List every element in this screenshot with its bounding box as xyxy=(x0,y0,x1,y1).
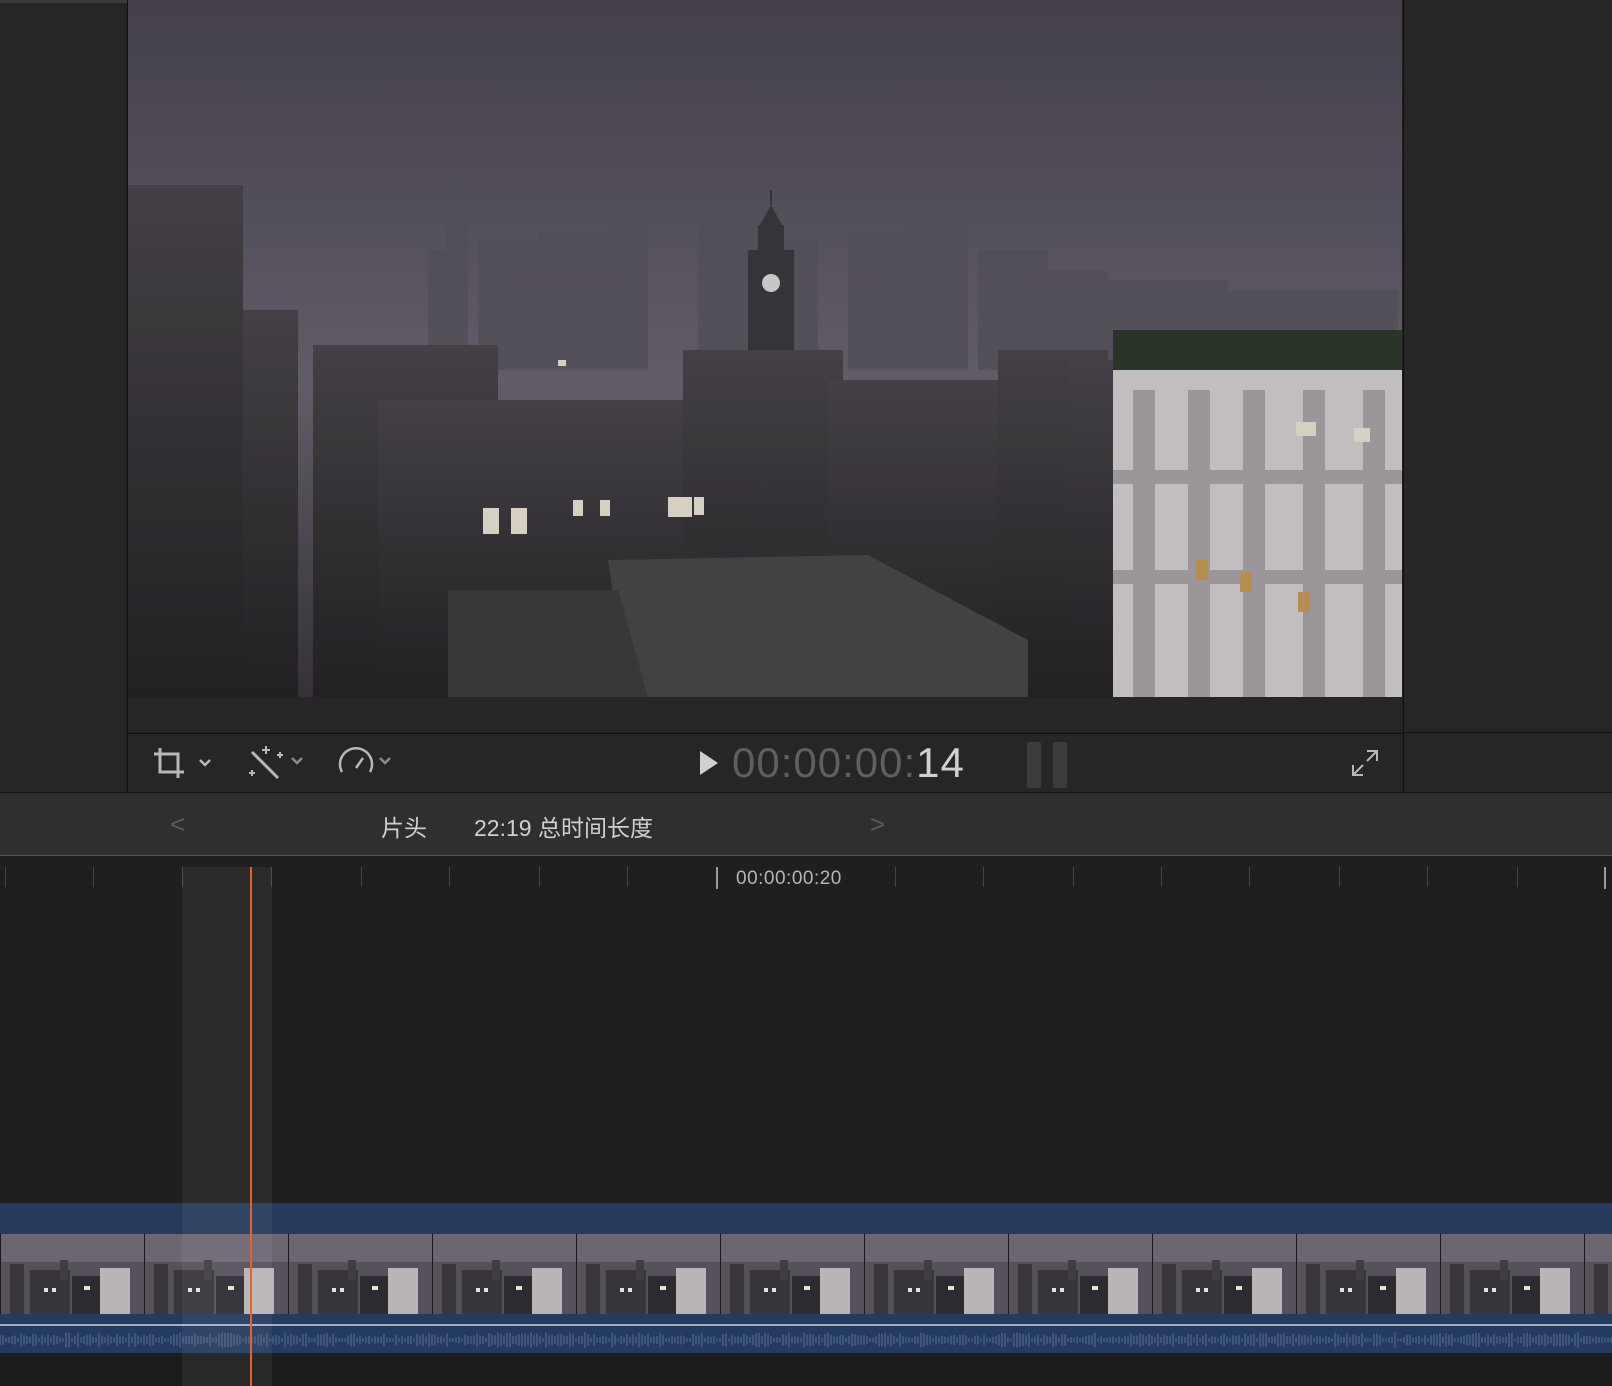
left-panel xyxy=(0,0,128,792)
forward-button[interactable]: > xyxy=(870,809,890,839)
filmstrip-thumbnail xyxy=(288,1234,432,1314)
filmstrip-thumbnail xyxy=(1584,1234,1612,1314)
viewer-toolbar: 00:00:00: 14 xyxy=(128,733,1402,792)
timecode-frames: 14 xyxy=(916,739,965,786)
filmstrip-thumbnail xyxy=(1296,1234,1440,1314)
timeline-nav-bar: < 片头 22:19 总时间长度 > xyxy=(0,792,1612,857)
timeline[interactable]: 00:00:00:20 xyxy=(0,856,1612,1386)
fullscreen-button[interactable] xyxy=(1350,748,1380,778)
filmstrip-thumbnail xyxy=(1152,1234,1296,1314)
fullscreen-icon xyxy=(1352,750,1378,776)
viewer xyxy=(128,0,1402,732)
right-panel xyxy=(1403,0,1612,792)
filmstrip-thumbnail xyxy=(0,1234,144,1314)
crop-icon xyxy=(154,748,211,778)
speed-menu-button[interactable] xyxy=(336,742,402,784)
play-icon xyxy=(700,751,718,775)
selection-range xyxy=(182,867,272,1386)
total-duration: 22:19 总时间长度 xyxy=(474,815,653,841)
timecode-display[interactable]: 00:00:00: 14 xyxy=(732,739,965,786)
filmstrip-thumbnail xyxy=(864,1234,1008,1314)
playhead[interactable] xyxy=(250,867,252,1386)
magic-wand-icon xyxy=(249,746,303,780)
filmstrip-thumbnail xyxy=(1008,1234,1152,1314)
ruler-timecode-label: 00:00:00:20 xyxy=(736,868,842,889)
speedometer-icon xyxy=(338,747,391,773)
timecode-dim: 00:00:00: xyxy=(732,739,917,786)
filmstrip-thumbnail xyxy=(1440,1234,1584,1314)
crop-menu-button[interactable] xyxy=(150,742,216,784)
video-frame[interactable] xyxy=(128,0,1402,697)
filmstrip-thumbnail xyxy=(432,1234,576,1314)
enhance-menu-button[interactable] xyxy=(246,742,312,784)
project-title: 片头 xyxy=(381,815,427,841)
filmstrip-thumbnail xyxy=(576,1234,720,1314)
back-button[interactable]: < xyxy=(170,809,190,839)
filmstrip-thumbnail xyxy=(720,1234,864,1314)
play-button[interactable] xyxy=(696,748,722,778)
level-meter xyxy=(1027,742,1069,788)
